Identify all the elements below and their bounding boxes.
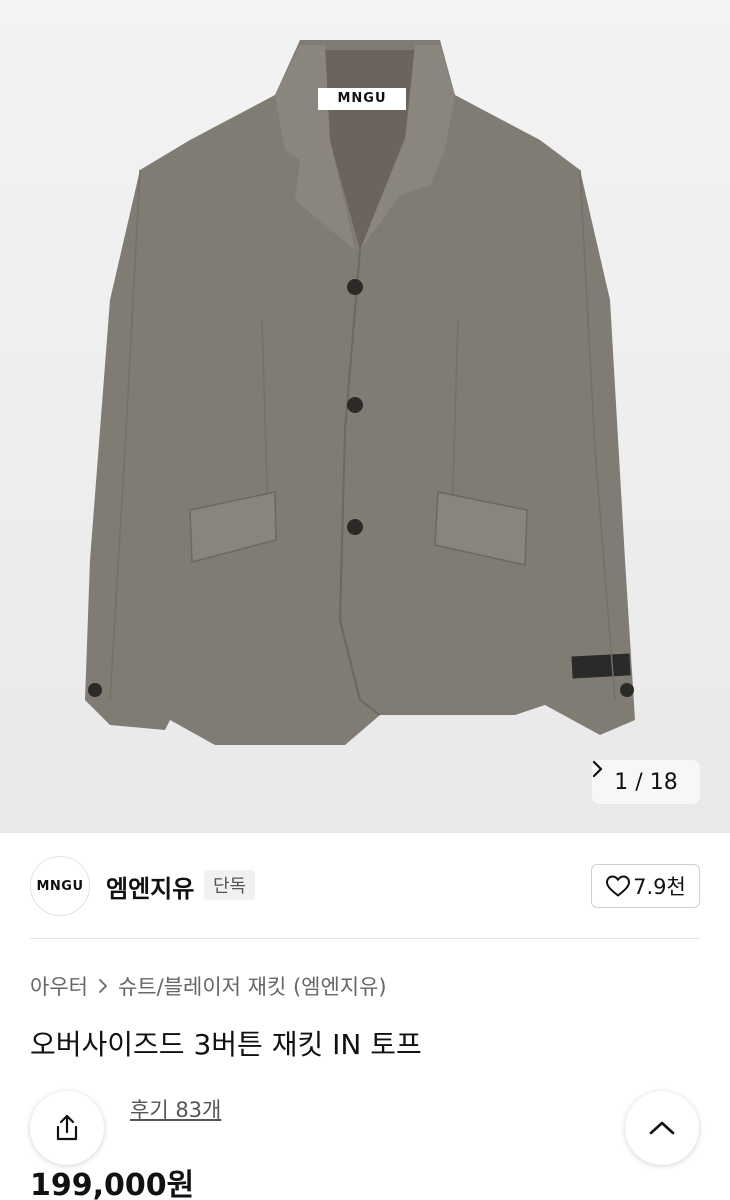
like-count: 7.9천 [633, 875, 686, 899]
breadcrumb-item-outer[interactable]: 아우터 [30, 971, 88, 1001]
brand-row: MNGU 엠엔지유 단독 7.9천 [30, 856, 700, 916]
share-button[interactable] [30, 1091, 104, 1165]
brand-name[interactable]: 엠엔지유 [106, 869, 194, 904]
product-title: 오버사이즈드 3버튼 재킷 IN 토프 [30, 1028, 422, 1061]
scroll-to-top-button[interactable] [625, 1091, 699, 1165]
exclusive-badge: 단독 [204, 870, 256, 900]
divider [30, 938, 700, 939]
breadcrumb: 아우터 슈트/블레이저 재킷 (엠엔지유) [30, 971, 387, 1001]
image-counter-total: 18 [649, 769, 678, 795]
review-count-link[interactable]: 후기 83개 [130, 1094, 221, 1124]
garment-label-text: MNGU [337, 91, 387, 106]
jacket-image [85, 40, 635, 745]
like-button[interactable]: 7.9천 [591, 864, 700, 908]
product-image-gallery[interactable]: MNGU 1 / 18 [0, 0, 730, 833]
brand-logo[interactable]: MNGU [30, 856, 90, 916]
brand-logo-text: MNGU [36, 878, 84, 894]
product-price: 199,000원 [30, 1168, 195, 1200]
share-icon [56, 1114, 78, 1141]
heart-outline-icon [606, 875, 631, 897]
breadcrumb-item-category[interactable]: 슈트/블레이저 재킷 (엠엔지유) [118, 971, 387, 1001]
image-counter[interactable]: 1 / 18 [592, 760, 700, 804]
image-counter-text: 1 / 18 [614, 770, 677, 795]
chevron-up-icon [649, 1121, 675, 1135]
image-counter-separator: / [635, 769, 643, 795]
product-page: MNGU 1 / 18 MNGU 엠엔지유 단독 7.9천 아우터 슈트/블레이… [0, 0, 730, 1200]
image-counter-current: 1 [614, 769, 629, 795]
chevron-right-icon [592, 760, 603, 778]
chevron-right-icon [99, 979, 107, 993]
